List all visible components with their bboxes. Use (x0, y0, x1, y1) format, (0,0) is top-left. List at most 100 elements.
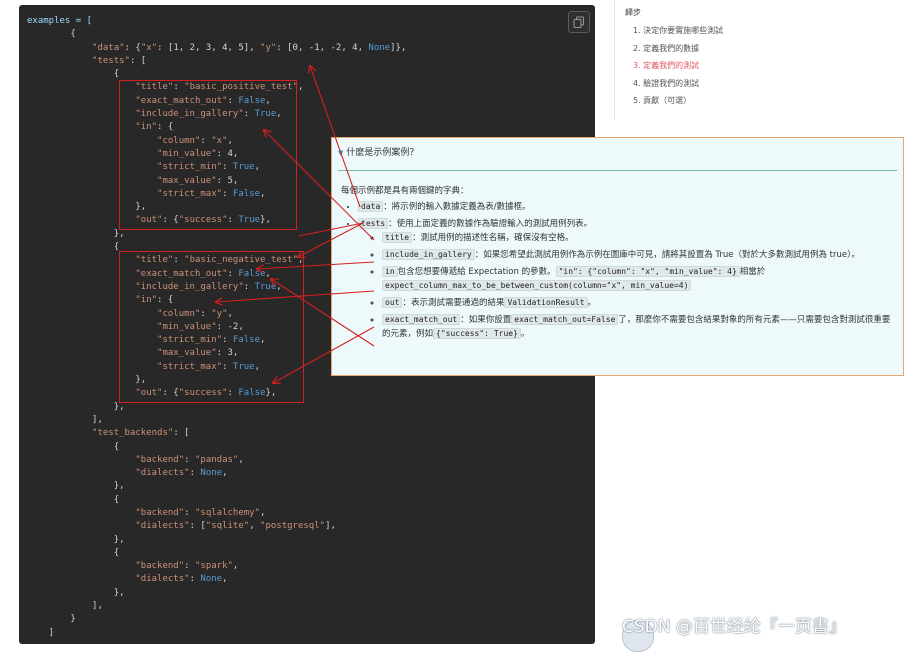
code-token: "dialects" (27, 574, 190, 585)
code-token: : [ (189, 521, 206, 532)
list-item-text: ：如果您希望此測試用例作為示例在圖庫中可見，請將其設置為 True（對於大多數測… (474, 250, 860, 260)
annotation-box-negative-test (119, 251, 304, 403)
code-token: , (249, 521, 261, 532)
list-item-data: data：將示例的輸入數據定義為表/數據框。 (358, 200, 897, 214)
code-token: "backend" (27, 507, 185, 518)
code-token: , (222, 574, 228, 585)
code-line: ], (27, 600, 406, 613)
code-line: "dialects": None, (27, 573, 406, 586)
code-line: "tests": [ (27, 55, 406, 68)
tip-divider (338, 170, 897, 171)
code-line: { (27, 441, 406, 454)
code-token: : (189, 468, 201, 479)
code-token: ]}, (390, 42, 407, 53)
code-token: "sqlalchemy" (194, 507, 261, 518)
code-line: "dialects": ["sqlite", "postgresql"], (27, 520, 406, 533)
code-line: { (27, 28, 406, 41)
watermark: CSDN @百世经纶『一页書』 (622, 617, 846, 637)
code-line: }, (27, 534, 406, 547)
toc-list: 1. 決定你要實施哪些測試 2. 定義我們的數據 3. 定義我們的測試 4. 驗… (633, 22, 723, 110)
code-token: { (27, 242, 120, 253)
list-item-text: ：表示測試需要通過的結果 (402, 298, 505, 308)
code-token: }, (27, 587, 125, 598)
code-token: ], (27, 414, 103, 425)
code-in-example: "in": {"column": "x", "min_value": 4} (555, 266, 740, 277)
code-token: None (368, 42, 391, 53)
tip-header[interactable]: ▼ 什麼是示例案例？ (338, 145, 418, 158)
code-token: }, (27, 481, 125, 492)
code-exact-match-out: exact_match_out (382, 314, 461, 325)
code-token: examples = [ (27, 16, 93, 26)
code-token: "dialects" (27, 468, 190, 479)
code-token: : (184, 507, 195, 518)
list-item-text: ：測試用例的描述性名稱，確保沒有空格。 (412, 233, 574, 243)
code-token: , (222, 468, 228, 479)
toc-item-4[interactable]: 4. 驗證我們的測試 (633, 75, 723, 93)
code-line: "backend": "spark", (27, 560, 406, 573)
toc-item-5[interactable]: 5. 貢獻（可選） (633, 92, 723, 110)
code-token: { (27, 441, 120, 452)
code-token: }, (27, 401, 125, 412)
copy-button[interactable] (568, 11, 590, 33)
code-exact-match-false: exact_match_out=False (511, 314, 619, 325)
copy-icon (573, 16, 584, 28)
code-token: : (184, 561, 195, 572)
code-token: : [0, -1, -2, 4, (276, 42, 369, 53)
code-token: ], (27, 601, 103, 612)
list-item-text: 相當於 (739, 267, 766, 277)
code-token: , (260, 507, 266, 518)
code-line: } (27, 613, 406, 626)
list-item-out: out：表示測試需要通過的結果ValidationResult。 (382, 296, 897, 310)
toc-item-3[interactable]: 3. 定義我們的測試 (633, 57, 723, 75)
toc-heading: 歸步 (625, 8, 641, 17)
code-token: : [1, 2, 3, 4, 5], (157, 42, 261, 53)
code-token: , (238, 454, 244, 465)
code-title: title (382, 232, 413, 243)
code-token: None (200, 468, 223, 479)
tip-key-list: data：將示例的輸入數據定義為表/數據框。 tests：使用上面定義的數據作為… (341, 200, 897, 341)
code-token: : [ (173, 428, 190, 439)
toc-item-1[interactable]: 1. 決定你要實施哪些測試 (633, 22, 723, 40)
list-item-text: 。 (520, 329, 530, 339)
code-token: "backend" (27, 561, 185, 572)
annotation-box-positive-test (119, 80, 297, 230)
list-item-in: in包含您想要傳遞給 Expectation 的參數。"in": {"colum… (382, 265, 897, 293)
table-of-contents: 歸步 1. 決定你要實施哪些測試 2. 定義我們的數據 3. 定義我們的測試 4… (614, 0, 905, 120)
toc-item-2[interactable]: 2. 定義我們的數據 (633, 40, 723, 58)
code-line: "test_backends": [ (27, 427, 406, 440)
code-line: { (27, 494, 406, 507)
tests-sublist: title：測試用例的描述性名稱，確保沒有空格。 include_in_gall… (358, 231, 897, 341)
chevron-down-icon: ▼ (338, 149, 344, 157)
code-token: , (297, 82, 304, 93)
tip-intro: 每個示例都是具有兩個鍵的字典： (341, 186, 469, 196)
code-token: "spark" (194, 561, 233, 572)
code-token: : [ (129, 55, 147, 66)
code-token: "postgresql" (260, 521, 326, 532)
list-item-text: 包含您想要傳遞給 Expectation 的參數。 (397, 267, 556, 277)
list-item-include-in-gallery: include_in_gallery：如果您希望此測試用例作為示例在圖庫中可見，… (382, 248, 897, 262)
code-line: "data": {"x": [1, 2, 3, 4, 5], "y": [0, … (27, 42, 406, 55)
code-expectation-call: expect_column_max_to_be_between_custom(c… (382, 280, 692, 291)
code-token: { (27, 69, 120, 80)
tip-box: ▼什麼是示例案例？ 每個示例都是具有兩個鍵的字典： data：將示例的輸入數據定… (331, 137, 904, 376)
code-line: }, (27, 587, 406, 600)
code-token: , (232, 561, 239, 572)
code-tests: tests (358, 218, 389, 229)
code-line: }, (27, 480, 406, 493)
code-line: examples = [ (27, 15, 406, 28)
code-token: } (27, 614, 76, 625)
list-item-text: ：如果你設置 (460, 315, 512, 325)
code-line: ], (27, 414, 406, 427)
code-token: : (184, 454, 195, 465)
list-item-text: 。 (587, 298, 597, 308)
list-item-text: ：使用上面定義的數據作為驗證輸入的測試用例列表。 (388, 219, 593, 229)
code-line: "backend": "pandas", (27, 454, 406, 467)
tip-title: 什麼是示例案例？ (346, 148, 419, 158)
list-item-text: ：將示例的輸入數據定義為表/數據框。 (383, 202, 531, 212)
code-line: { (27, 547, 406, 560)
list-item-exact-match-out: exact_match_out：如果你設置exact_match_out=Fal… (382, 313, 897, 341)
code-token: : (189, 574, 201, 585)
code-token: "y" (260, 42, 277, 53)
code-token: "test_backends" (27, 428, 174, 439)
list-item-title: title：測試用例的描述性名稱，確保沒有空格。 (382, 231, 897, 245)
